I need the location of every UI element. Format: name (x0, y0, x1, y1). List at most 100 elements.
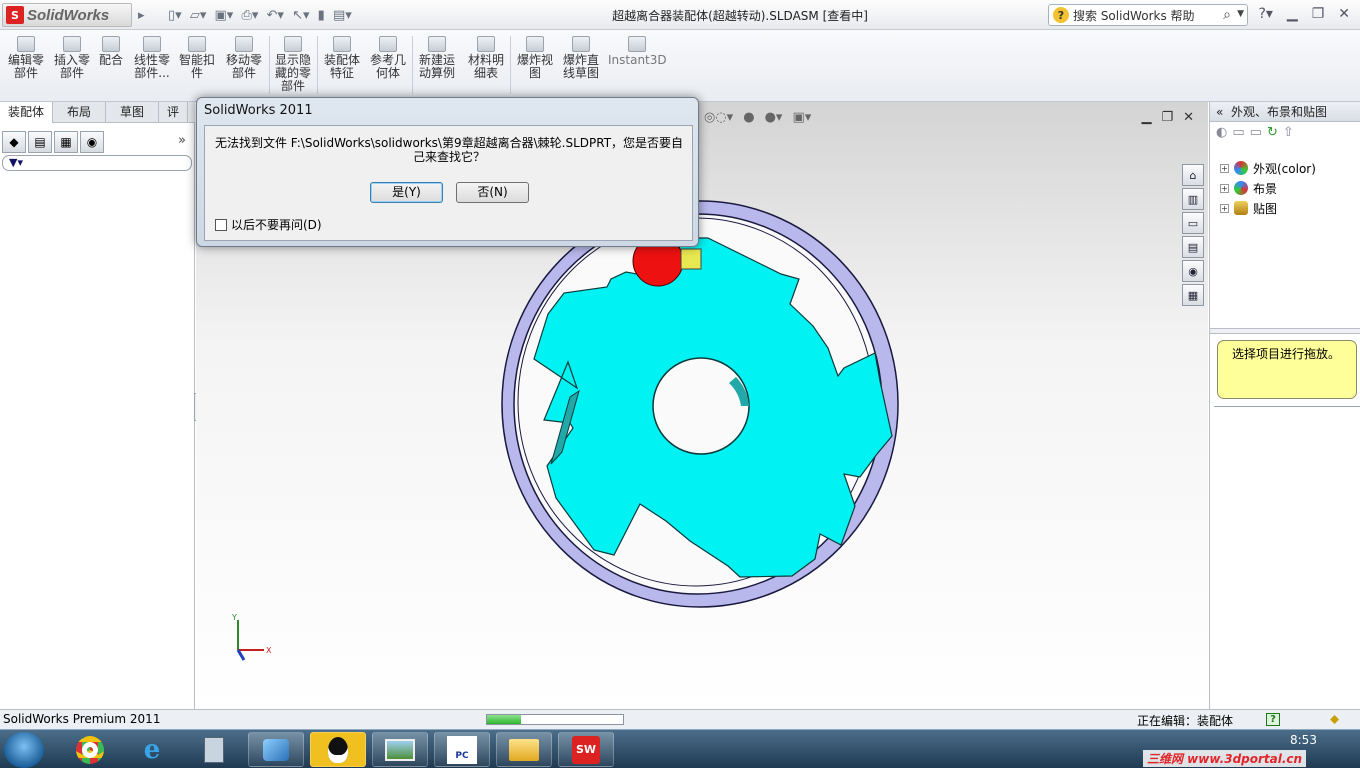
search-icon[interactable]: ⌕ (1223, 7, 1231, 23)
help-search-input[interactable]: ? 搜索 SolidWorks 帮助 ⌕ ▼ (1048, 4, 1248, 26)
ds-logo-icon: S (6, 6, 24, 24)
window-title: 超越离合器装配体(超越转动).SLDASM [查看中] (612, 9, 868, 23)
property-manager-icon[interactable]: ▤ (28, 131, 52, 153)
bom-icon (477, 36, 495, 52)
tree-item-scene[interactable]: + 布景 (1220, 178, 1360, 198)
photo-viewer-icon[interactable] (372, 732, 428, 767)
feature-manager-icon[interactable]: ◆ (2, 131, 26, 153)
tab-assembly[interactable]: 装配体 (0, 102, 54, 123)
help-question-icon: ? (1053, 7, 1069, 23)
feature-filter-input[interactable]: ▼▾ (2, 155, 192, 171)
task-pane: « 外观、布景和贴图 ◐ ▭ ▭ ↻ ⇧ + 外观(color) + 布景 + … (1209, 102, 1360, 709)
up-icon[interactable]: ⇧ (1283, 125, 1294, 141)
options-icon[interactable]: ▤▾ (333, 8, 352, 23)
quick-tips-icon[interactable]: ? (1266, 713, 1280, 726)
insert-component-button[interactable]: 插入零部件 (50, 36, 94, 80)
explode-line-sketch-icon (572, 36, 590, 52)
pane-divider-bottom[interactable] (1214, 406, 1360, 410)
configuration-manager-icon[interactable]: ▦ (54, 131, 78, 153)
checkbox-box[interactable] (215, 218, 227, 231)
tag-icon[interactable]: ⬥ (1330, 712, 1339, 727)
expand-icon[interactable]: + (1220, 203, 1229, 213)
back-icon[interactable]: ◐ (1216, 125, 1227, 141)
expand-tabs-icon[interactable]: » (178, 133, 186, 148)
restore-icon[interactable]: ❐ (1312, 6, 1325, 22)
watermark: 三维网 www.3dportal.cn (1143, 750, 1307, 767)
assembly-features-icon (333, 36, 351, 52)
edit-component-icon (17, 36, 35, 52)
quick-access-toolbar: ▸ (138, 6, 145, 24)
coordinate-triad: Y X (231, 614, 272, 661)
new-document-icon[interactable]: ▯▾ (168, 8, 182, 23)
linear-pattern-button[interactable]: 线性零部件... (130, 36, 174, 80)
calculator-icon[interactable] (186, 732, 242, 767)
print-icon[interactable]: ⎙▾ (241, 8, 258, 23)
tab-sketch[interactable]: 草图 (106, 102, 160, 123)
separator (510, 36, 511, 94)
pane-divider[interactable] (1210, 328, 1360, 334)
drag-hint-box: 选择项目进行拖放。 (1217, 340, 1357, 399)
tree-item-decals[interactable]: + 贴图 (1220, 198, 1360, 218)
dialog-body: 无法找到文件 F:\SolidWorks\solidworks\第9章超越离合器… (204, 125, 693, 241)
file-explorer-icon[interactable] (496, 732, 552, 767)
undo-icon[interactable]: ↶▾ (267, 8, 284, 23)
tree-item-appearance[interactable]: + 外观(color) (1220, 158, 1360, 178)
progress-fill (487, 715, 521, 724)
yellow-pin[interactable] (680, 248, 702, 270)
show-hidden-icon (284, 36, 302, 52)
start-button[interactable] (4, 732, 44, 768)
clock[interactable]: 8:53 (1290, 733, 1317, 747)
new-motion-study-button[interactable]: 新建运动算例 (415, 36, 459, 80)
dont-ask-again-checkbox[interactable]: 以后不要再问(D) (215, 216, 322, 233)
internet-explorer-icon[interactable]: e (124, 732, 180, 767)
yes-button[interactable]: 是(Y) (370, 182, 443, 203)
minimize-icon[interactable]: ▁ (1287, 6, 1298, 22)
refresh-icon[interactable]: ↻ (1267, 125, 1278, 141)
display-manager-icon[interactable]: ◉ (80, 131, 104, 153)
command-manager: 编辑零部件 插入零部件 配合 线性零部件... 智能扣件 移动零部件 显示隐藏的… (0, 30, 1360, 102)
task-pane-title: 外观、布景和贴图 (1230, 105, 1327, 119)
task-pane-toolbar: ◐ ▭ ▭ ↻ ⇧ (1210, 122, 1360, 144)
qq-icon[interactable] (310, 732, 366, 767)
manager-tabs: ◆ ▤ ▦ ◉ (2, 131, 104, 153)
appearance-icon (1234, 161, 1248, 175)
exploded-view-button[interactable]: 爆炸视图 (513, 36, 557, 80)
move-component-button[interactable]: 移动零部件 (222, 36, 266, 80)
menu-arrow-icon[interactable]: ▸ (138, 8, 145, 23)
separator (269, 36, 270, 94)
collapse-icon[interactable]: « (1216, 105, 1223, 119)
center-bore[interactable] (652, 357, 750, 455)
command-tabs: 装配体 布局 草图 评 (0, 102, 195, 123)
title-bar: S SolidWorks ▸ ▯▾ ▱▾ ▣▾ ⎙▾ ↶▾ ↖▾ ▮ ▤▾ 超越… (0, 0, 1360, 30)
help-menu-icon[interactable]: ?▾ (1258, 6, 1272, 22)
bom-button[interactable]: 材料明细表 (464, 36, 508, 80)
solidworks-taskbar-icon[interactable]: SW (558, 732, 614, 767)
rebuild-icon[interactable]: ▮ (318, 8, 325, 23)
close-icon[interactable]: ✕ (1338, 6, 1350, 22)
add-folder-icon[interactable]: ▭ (1250, 125, 1262, 141)
dialog-title: SolidWorks 2011 (204, 103, 313, 118)
move-component-icon (235, 36, 253, 52)
smart-fasteners-button[interactable]: 智能扣件 (177, 36, 217, 80)
expand-icon[interactable]: + (1220, 183, 1229, 193)
no-button[interactable]: 否(N) (456, 182, 529, 203)
edit-component-button[interactable]: 编辑零部件 (4, 36, 48, 80)
chrome-icon[interactable] (62, 732, 118, 767)
tab-layout[interactable]: 布局 (53, 102, 107, 123)
folder-icon[interactable]: ▭ (1232, 125, 1244, 141)
open-icon[interactable]: ▱▾ (190, 8, 207, 23)
save-icon[interactable]: ▣▾ (215, 8, 234, 23)
solidworks-logo[interactable]: S SolidWorks (2, 3, 132, 27)
pc-cad-icon[interactable]: PC CAD (434, 732, 490, 767)
tab-evaluate[interactable]: 评 (159, 102, 189, 123)
reference-geometry-button[interactable]: 参考几何体 (366, 36, 410, 80)
show-hidden-button[interactable]: 显示隐藏的零部件 (272, 36, 314, 93)
windows-mobile-icon[interactable] (248, 732, 304, 767)
instant3d-button[interactable]: Instant3D (608, 36, 667, 67)
select-icon[interactable]: ↖▾ (292, 8, 309, 23)
mate-button[interactable]: 配合 (96, 36, 126, 67)
expand-icon[interactable]: + (1220, 163, 1229, 173)
assembly-features-button[interactable]: 装配体特征 (320, 36, 364, 80)
chevron-down-icon[interactable]: ▼ (1237, 9, 1244, 19)
explode-line-sketch-button[interactable]: 爆炸直线草图 (559, 36, 603, 80)
